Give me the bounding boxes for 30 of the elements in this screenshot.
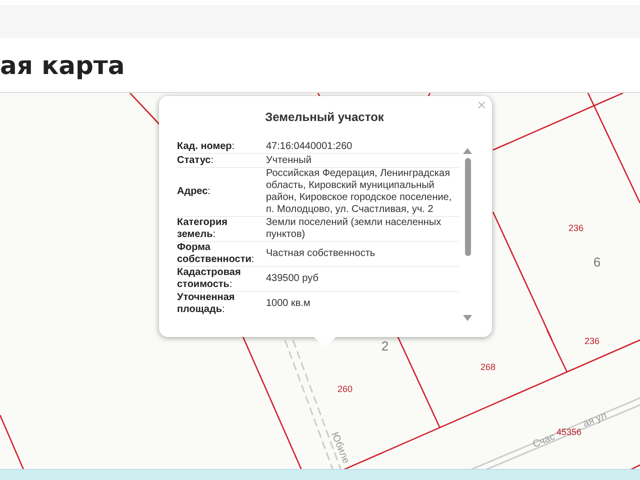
street-label: Юбиле <box>328 430 352 466</box>
field-value: Частная собственность <box>266 248 376 260</box>
field-value: Российская Федерация, Ленинградская область, Кировский муниципальный район, Кировское городское поселение, п. Молодцово, ул. Счастливая, уч. 2 <box>266 168 453 216</box>
street-label: Счас <box>531 432 557 450</box>
page-title: ая карта <box>0 50 125 80</box>
popup-title: Земельный участок <box>264 109 385 126</box>
scrollbar-thumb[interactable] <box>464 158 470 256</box>
block-number: 6 <box>593 254 601 270</box>
field-label: Кадастровая стоимость: <box>177 267 242 291</box>
field-value: 1000 кв.м <box>266 298 312 310</box>
field-value: 47:16:0440001:260 <box>266 140 354 152</box>
parcel-number: 236 <box>584 336 600 346</box>
field-label: Категория земель: <box>177 217 228 241</box>
field-value: 439500 руб <box>266 273 320 285</box>
close-button[interactable]: × <box>477 98 486 113</box>
field-value: Учтенный <box>266 154 312 166</box>
field-label: Адрес: <box>177 186 212 198</box>
field-label: Кад. номер: <box>177 140 236 152</box>
field-label: Форма собственности: <box>177 242 256 266</box>
parcel-number: 236 <box>568 223 584 233</box>
parcel-number: 45356 <box>556 427 582 437</box>
field-label: Уточненная площадь: <box>177 292 236 316</box>
scroll-up-icon[interactable] <box>463 148 472 154</box>
block-number: 2 <box>381 338 389 354</box>
field-label: Статус: <box>177 154 214 166</box>
parcel-number: 260 <box>337 384 353 394</box>
scroll-down-icon[interactable] <box>463 315 472 321</box>
field-value: Земли поселений (земли населенных пунктов) <box>266 217 442 241</box>
street-label: ая ул <box>582 410 608 430</box>
parcel-number: 268 <box>480 362 496 372</box>
